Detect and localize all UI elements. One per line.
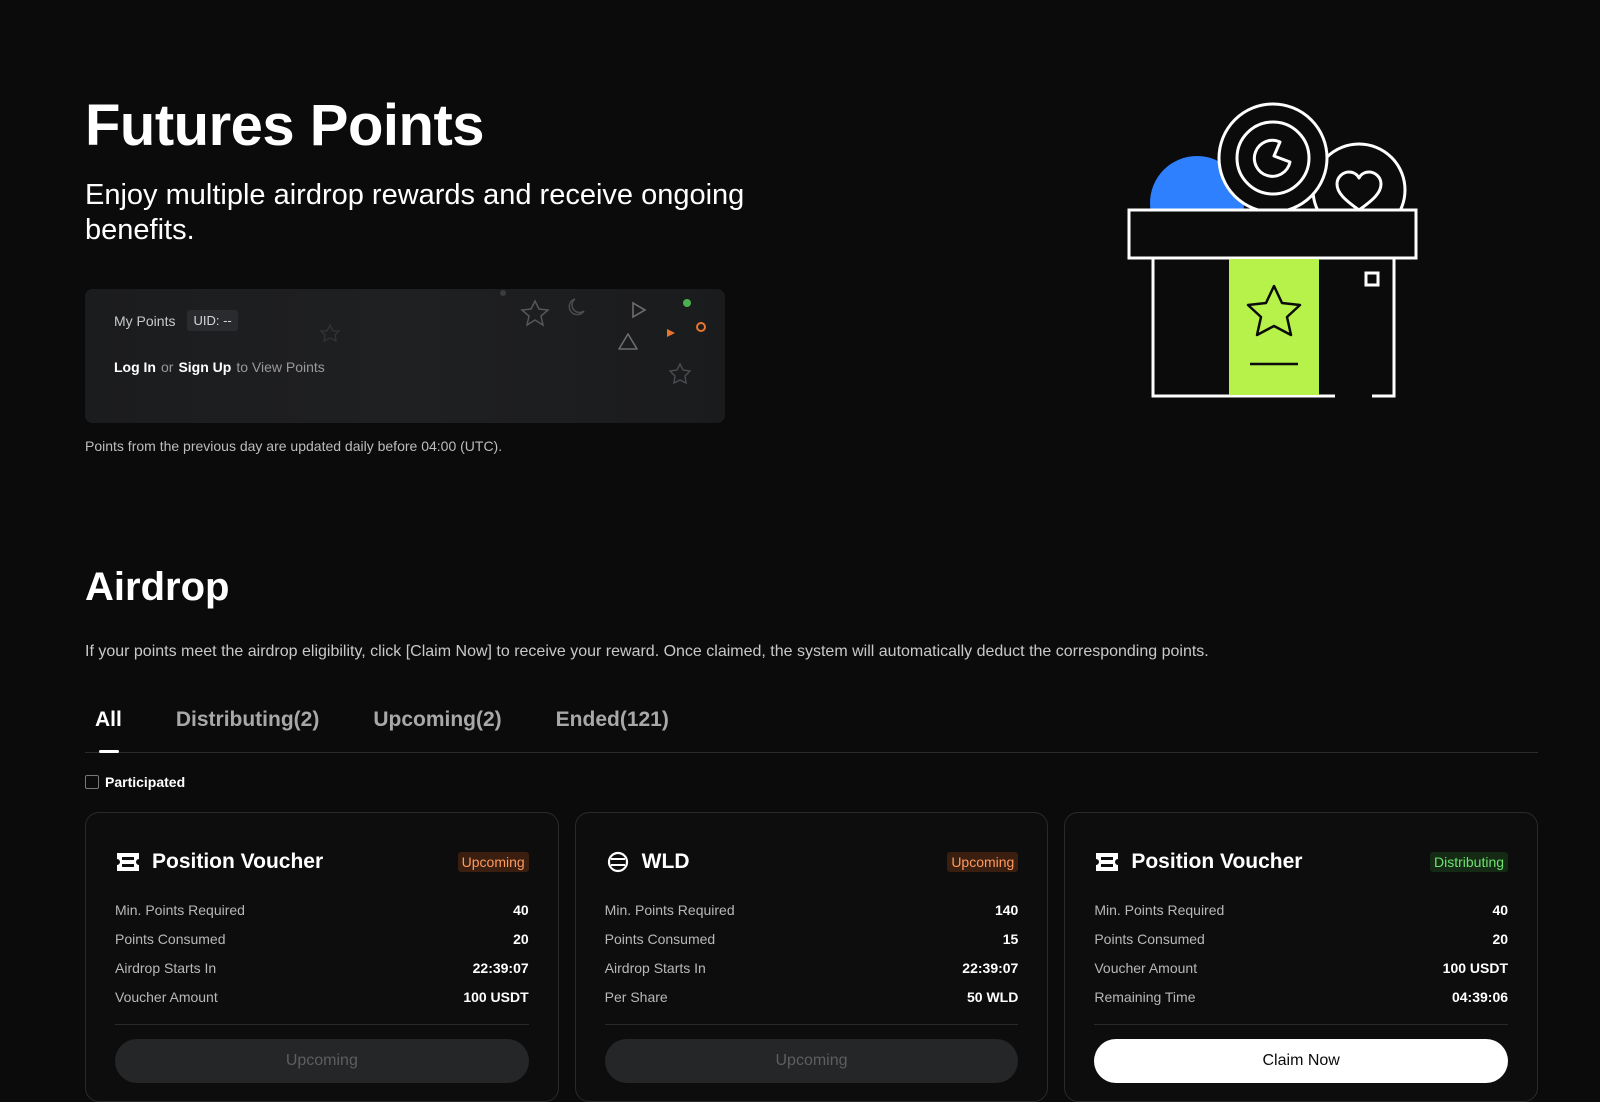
- tab-ended[interactable]: Ended(121): [546, 708, 669, 752]
- tab-distributing[interactable]: Distributing(2): [166, 708, 319, 752]
- upcoming-button[interactable]: Upcoming: [604, 1039, 1019, 1083]
- card-row: Per Share 50 WLD: [605, 982, 1019, 1011]
- row-key: Airdrop Starts In: [604, 959, 706, 976]
- row-value: 40: [1492, 901, 1509, 918]
- row-key: Min. Points Required: [115, 901, 245, 918]
- row-value: 100 USDT: [463, 988, 529, 1005]
- my-points-card: My Points UID: -- Log In or Sign Up to V…: [85, 289, 725, 423]
- participated-label: Participated: [105, 774, 186, 790]
- row-key: Points Consumed: [115, 930, 226, 947]
- card-title: Position Voucher: [1131, 850, 1303, 873]
- card-divider: [115, 1024, 529, 1025]
- airdrop-card: Position Voucher Upcoming Min. Points Re…: [85, 812, 559, 1102]
- card-row: Points Consumed 20: [115, 924, 529, 953]
- ticket-icon: [115, 849, 141, 875]
- row-value: 100 USDT: [1442, 959, 1509, 976]
- row-key: Voucher Amount: [115, 988, 218, 1005]
- row-value: 140: [994, 901, 1019, 918]
- tab-upcoming[interactable]: Upcoming(2): [363, 708, 501, 752]
- card-row: Voucher Amount 100 USDT: [115, 982, 529, 1011]
- card-row: Voucher Amount 100 USDT: [1094, 953, 1508, 982]
- my-points-row: My Points UID: --: [114, 310, 238, 331]
- row-value: 20: [513, 930, 529, 947]
- row-key: Remaining Time: [1094, 988, 1196, 1005]
- row-key: Min. Points Required: [1094, 901, 1225, 918]
- card-row: Points Consumed 20: [1094, 924, 1508, 953]
- airdrop-title: Airdrop: [85, 565, 230, 609]
- airdrop-tabs: All Distributing(2) Upcoming(2) Ended(12…: [85, 708, 1538, 753]
- row-key: Points Consumed: [604, 930, 716, 947]
- row-value: 04:39:06: [1451, 988, 1509, 1005]
- login-link[interactable]: Log In: [114, 359, 156, 375]
- row-key: Per Share: [604, 988, 668, 1005]
- card-row: Min. Points Required 40: [115, 895, 529, 924]
- row-value: 15: [1002, 930, 1019, 947]
- status-badge: Upcoming: [457, 852, 529, 872]
- card-divider: [1094, 1024, 1509, 1025]
- page-subtitle: Enjoy multiple airdrop rewards and recei…: [85, 179, 745, 246]
- participated-checkbox[interactable]: [85, 775, 99, 789]
- card-row: Airdrop Starts In 22:39:07: [115, 953, 529, 982]
- card-title: Position Voucher: [152, 850, 324, 873]
- card-title: WLD: [641, 850, 690, 873]
- uid-badge: UID: --: [187, 310, 238, 331]
- row-key: Min. Points Required: [604, 901, 735, 918]
- status-badge: Distributing: [1429, 852, 1509, 872]
- my-points-label: My Points: [114, 312, 176, 329]
- row-value: 40: [513, 901, 529, 918]
- login-prompt: Log In or Sign Up to View Points: [114, 359, 325, 375]
- view-points-text: to View Points: [236, 359, 325, 375]
- signup-link[interactable]: Sign Up: [178, 359, 231, 375]
- worldcoin-icon: [605, 849, 631, 875]
- row-value: 50 WLD: [967, 988, 1019, 1005]
- tab-all[interactable]: All: [85, 708, 122, 753]
- points-update-note: Points from the previous day are updated…: [85, 438, 503, 454]
- airdrop-description: If your points meet the airdrop eligibil…: [85, 643, 1209, 660]
- row-key: Airdrop Starts In: [115, 959, 217, 976]
- participated-filter[interactable]: Participated: [85, 774, 185, 790]
- card-row: Remaining Time 04:39:06: [1094, 982, 1508, 1011]
- row-value: 22:39:07: [962, 959, 1019, 976]
- card-row: Airdrop Starts In 22:39:07: [605, 953, 1019, 982]
- card-row: Min. Points Required 40: [1094, 895, 1508, 924]
- gift-box-illustration: [1127, 102, 1418, 398]
- row-key: Voucher Amount: [1094, 959, 1198, 976]
- card-row: Min. Points Required 140: [605, 895, 1019, 924]
- airdrop-cards: Position Voucher Upcoming Min. Points Re…: [85, 812, 1539, 1102]
- row-value: 20: [1492, 930, 1509, 947]
- page-title: Futures Points: [85, 93, 485, 158]
- upcoming-button[interactable]: Upcoming: [115, 1039, 529, 1083]
- or-text: or: [161, 359, 174, 375]
- card-divider: [604, 1024, 1019, 1025]
- airdrop-card: WLD Upcoming Min. Points Required 140 Poi…: [574, 812, 1049, 1102]
- claim-now-button[interactable]: Claim Now: [1094, 1039, 1509, 1083]
- status-badge: Upcoming: [947, 852, 1019, 872]
- airdrop-card: Position Voucher Distributing Min. Point…: [1064, 812, 1539, 1102]
- ticket-icon: [1094, 849, 1120, 875]
- row-value: 22:39:07: [472, 959, 529, 976]
- card-row: Points Consumed 15: [605, 924, 1019, 953]
- row-key: Points Consumed: [1094, 930, 1205, 947]
